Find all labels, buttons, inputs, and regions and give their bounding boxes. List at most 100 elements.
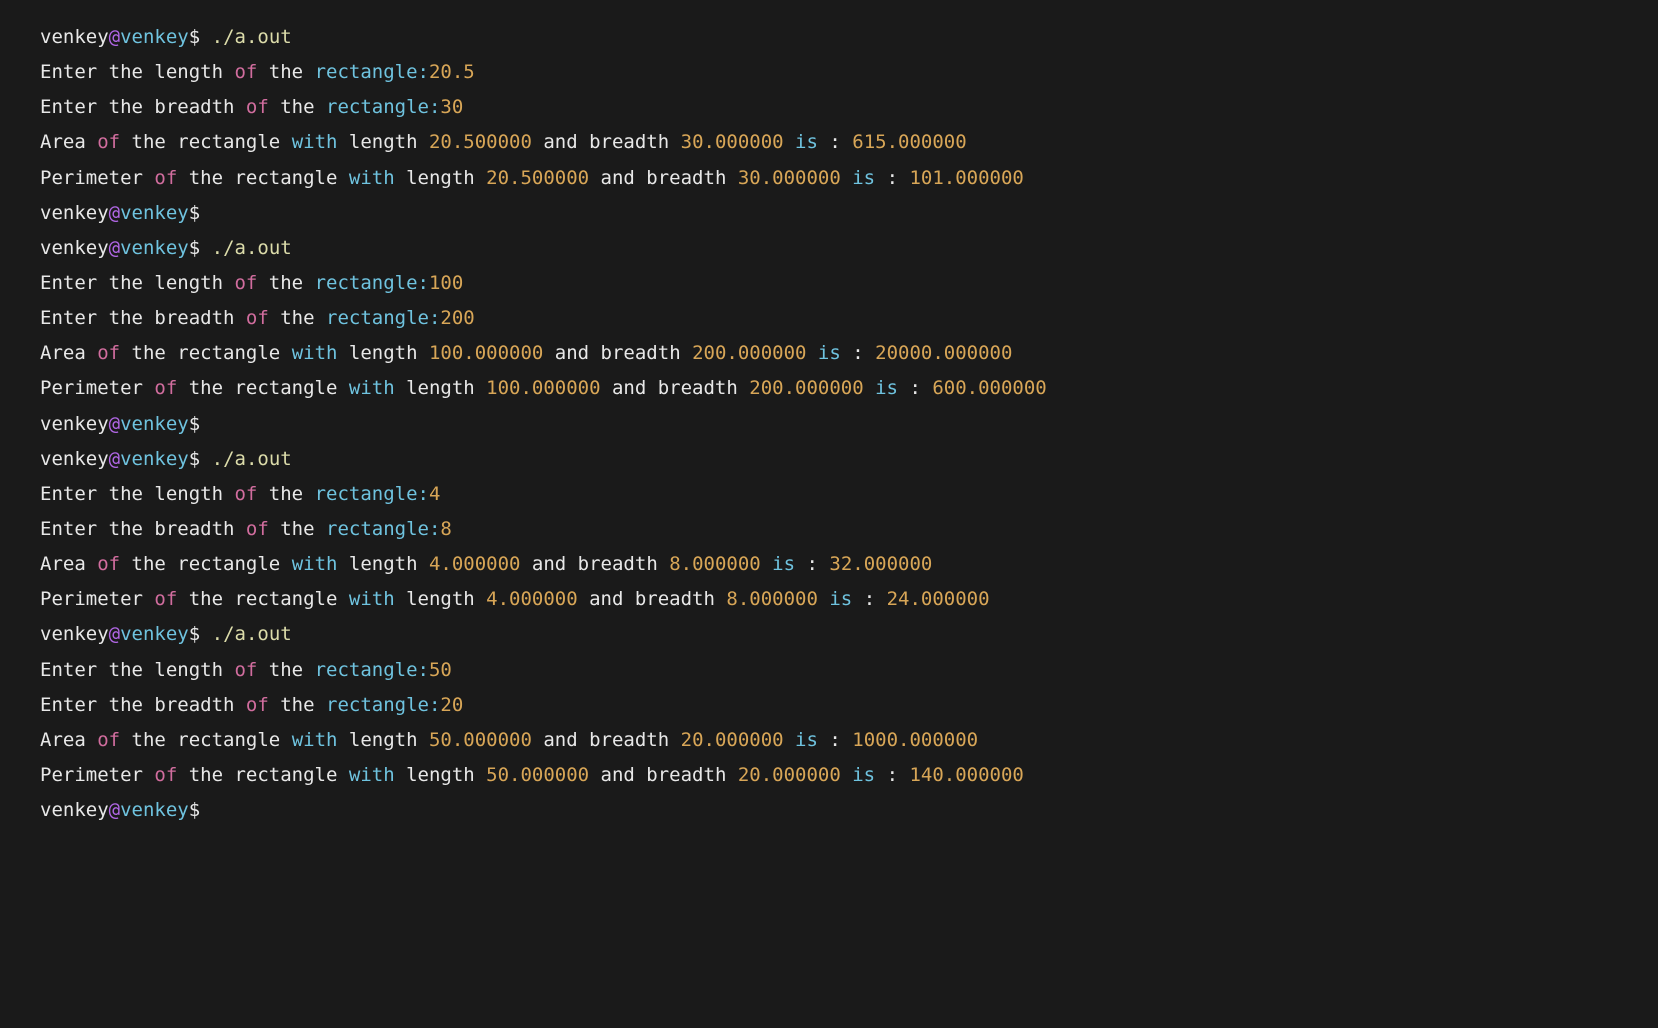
result-prefix: Perimeter <box>40 377 154 399</box>
prompt-host: venkey <box>120 202 189 224</box>
keyword-of: of <box>154 588 177 610</box>
input-prompt-breadth: Enter the breadth of the rectangle:20 <box>40 688 1618 723</box>
output-area: Area of the rectangle with length 4.0000… <box>40 547 1618 582</box>
result-prefix: Area <box>40 131 97 153</box>
input-prompt-length: Enter the length of the rectangle:100 <box>40 266 1618 301</box>
command-text: ./a.out <box>212 237 292 259</box>
terminal-output[interactable]: venkey@venkey$ ./a.outEnter the length o… <box>40 20 1618 828</box>
input-value: 4 <box>429 483 440 505</box>
output-perimeter: Perimeter of the rectangle with length 1… <box>40 371 1618 406</box>
prompt-at: @ <box>109 448 120 470</box>
input-prompt-breadth: Enter the breadth of the rectangle:200 <box>40 301 1618 336</box>
keyword-is: is <box>875 377 898 399</box>
keyword-is: is <box>852 764 875 786</box>
prompt-at: @ <box>109 26 120 48</box>
output-perimeter: Perimeter of the rectangle with length 4… <box>40 582 1618 617</box>
command-text: ./a.out <box>212 623 292 645</box>
output-area: Area of the rectangle with length 100.00… <box>40 336 1618 371</box>
length-value: 4.000000 <box>429 553 521 575</box>
input-prefix: Enter the breadth <box>40 694 246 716</box>
keyword-of: of <box>97 342 120 364</box>
keyword-of: of <box>97 553 120 575</box>
result-prefix: Perimeter <box>40 167 154 189</box>
keyword-with: with <box>349 764 395 786</box>
result-value: 140.000000 <box>909 764 1023 786</box>
prompt-at: @ <box>109 799 120 821</box>
result-value: 24.000000 <box>887 588 990 610</box>
input-prompt-length: Enter the length of the rectangle:4 <box>40 477 1618 512</box>
keyword-of: of <box>234 272 257 294</box>
input-prefix: Enter the length <box>40 272 234 294</box>
prompt-host: venkey <box>120 237 189 259</box>
keyword-of: of <box>234 659 257 681</box>
prompt-line-command: venkey@venkey$ ./a.out <box>40 20 1618 55</box>
input-value: 20 <box>440 694 463 716</box>
keyword-is: is <box>795 729 818 751</box>
prompt-line-command: venkey@venkey$ ./a.out <box>40 617 1618 652</box>
keyword-is: is <box>772 553 795 575</box>
result-value: 101.000000 <box>909 167 1023 189</box>
prompt-dollar: $ <box>189 237 212 259</box>
keyword-of: of <box>154 167 177 189</box>
keyword-of: of <box>97 131 120 153</box>
command-text: ./a.out <box>212 448 292 470</box>
output-perimeter: Perimeter of the rectangle with length 2… <box>40 161 1618 196</box>
prompt-line-empty: venkey@venkey$ <box>40 196 1618 231</box>
result-value: 615.000000 <box>852 131 966 153</box>
keyword-with: with <box>292 729 338 751</box>
rectangle-label: rectangle: <box>326 96 440 118</box>
result-value: 32.000000 <box>829 553 932 575</box>
keyword-is: is <box>829 588 852 610</box>
length-value: 100.000000 <box>486 377 600 399</box>
prompt-user: venkey <box>40 26 109 48</box>
result-prefix: Perimeter <box>40 764 154 786</box>
input-prefix: Enter the breadth <box>40 96 246 118</box>
prompt-user: venkey <box>40 448 109 470</box>
prompt-user: venkey <box>40 202 109 224</box>
keyword-of: of <box>246 307 269 329</box>
keyword-is: is <box>818 342 841 364</box>
input-prefix: Enter the length <box>40 659 234 681</box>
keyword-is: is <box>852 167 875 189</box>
prompt-at: @ <box>109 202 120 224</box>
length-value: 100.000000 <box>429 342 543 364</box>
prompt-at: @ <box>109 413 120 435</box>
input-value: 8 <box>440 518 451 540</box>
input-prompt-length: Enter the length of the rectangle:50 <box>40 653 1618 688</box>
input-value: 20.5 <box>429 61 475 83</box>
prompt-dollar: $ <box>189 799 212 821</box>
rectangle-label: rectangle: <box>315 272 429 294</box>
prompt-at: @ <box>109 237 120 259</box>
keyword-of: of <box>234 483 257 505</box>
rectangle-label: rectangle: <box>315 483 429 505</box>
breadth-value: 30.000000 <box>738 167 841 189</box>
keyword-with: with <box>349 167 395 189</box>
input-value: 200 <box>440 307 474 329</box>
prompt-user: venkey <box>40 799 109 821</box>
rectangle-label: rectangle: <box>315 61 429 83</box>
input-value: 100 <box>429 272 463 294</box>
keyword-is: is <box>795 131 818 153</box>
prompt-line-command: venkey@venkey$ ./a.out <box>40 442 1618 477</box>
prompt-dollar: $ <box>189 202 212 224</box>
keyword-of: of <box>234 61 257 83</box>
keyword-with: with <box>292 342 338 364</box>
length-value: 20.500000 <box>486 167 589 189</box>
rectangle-label: rectangle: <box>326 694 440 716</box>
prompt-host: venkey <box>120 623 189 645</box>
rectangle-label: rectangle: <box>315 659 429 681</box>
result-prefix: Area <box>40 342 97 364</box>
prompt-dollar: $ <box>189 413 212 435</box>
prompt-host: venkey <box>120 413 189 435</box>
keyword-of: of <box>154 377 177 399</box>
prompt-user: venkey <box>40 623 109 645</box>
result-value: 1000.000000 <box>852 729 978 751</box>
prompt-line-empty: venkey@venkey$ <box>40 407 1618 442</box>
input-prompt-breadth: Enter the breadth of the rectangle:30 <box>40 90 1618 125</box>
keyword-of: of <box>246 694 269 716</box>
prompt-dollar: $ <box>189 26 212 48</box>
input-prefix: Enter the length <box>40 61 234 83</box>
keyword-of: of <box>154 764 177 786</box>
keyword-with: with <box>349 377 395 399</box>
output-area: Area of the rectangle with length 20.500… <box>40 125 1618 160</box>
